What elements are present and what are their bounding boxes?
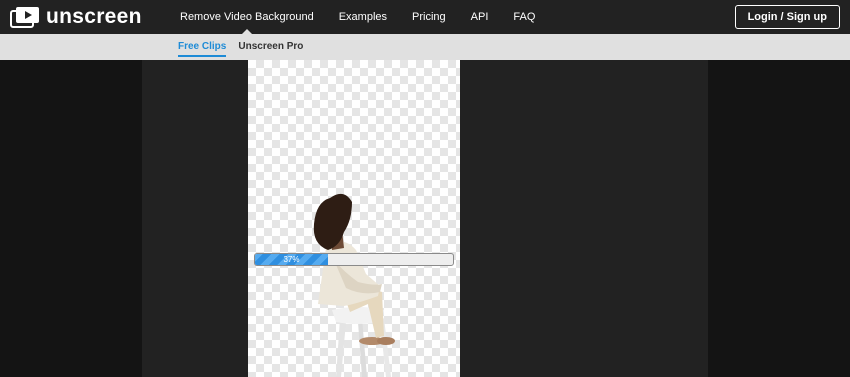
subject-cutout [313, 193, 395, 377]
nav-api[interactable]: API [471, 0, 489, 34]
sub-navbar: Free Clips Unscreen Pro [0, 34, 850, 60]
progress-label: 37% [283, 255, 300, 264]
logo[interactable]: unscreen [10, 6, 142, 28]
nav-pricing[interactable]: Pricing [412, 0, 446, 34]
login-signup-button[interactable]: Login / Sign up [734, 5, 840, 29]
sub-nav: Free Clips Unscreen Pro [178, 34, 315, 60]
nav-faq[interactable]: FAQ [513, 0, 535, 34]
processing-progress-bar: 37% [254, 253, 454, 266]
main-nav: Remove Video Background Examples Pricing… [180, 0, 560, 34]
subnav-unscreen-pro[interactable]: Unscreen Pro [238, 40, 303, 54]
logo-text: unscreen [46, 5, 142, 28]
video-preview [248, 60, 460, 377]
nav-examples[interactable]: Examples [339, 0, 387, 34]
play-screens-icon [10, 7, 39, 28]
top-navbar: unscreen Remove Video Background Example… [0, 0, 850, 34]
subnav-free-clips[interactable]: Free Clips [178, 40, 227, 57]
nav-remove-video-background[interactable]: Remove Video Background [180, 0, 314, 34]
